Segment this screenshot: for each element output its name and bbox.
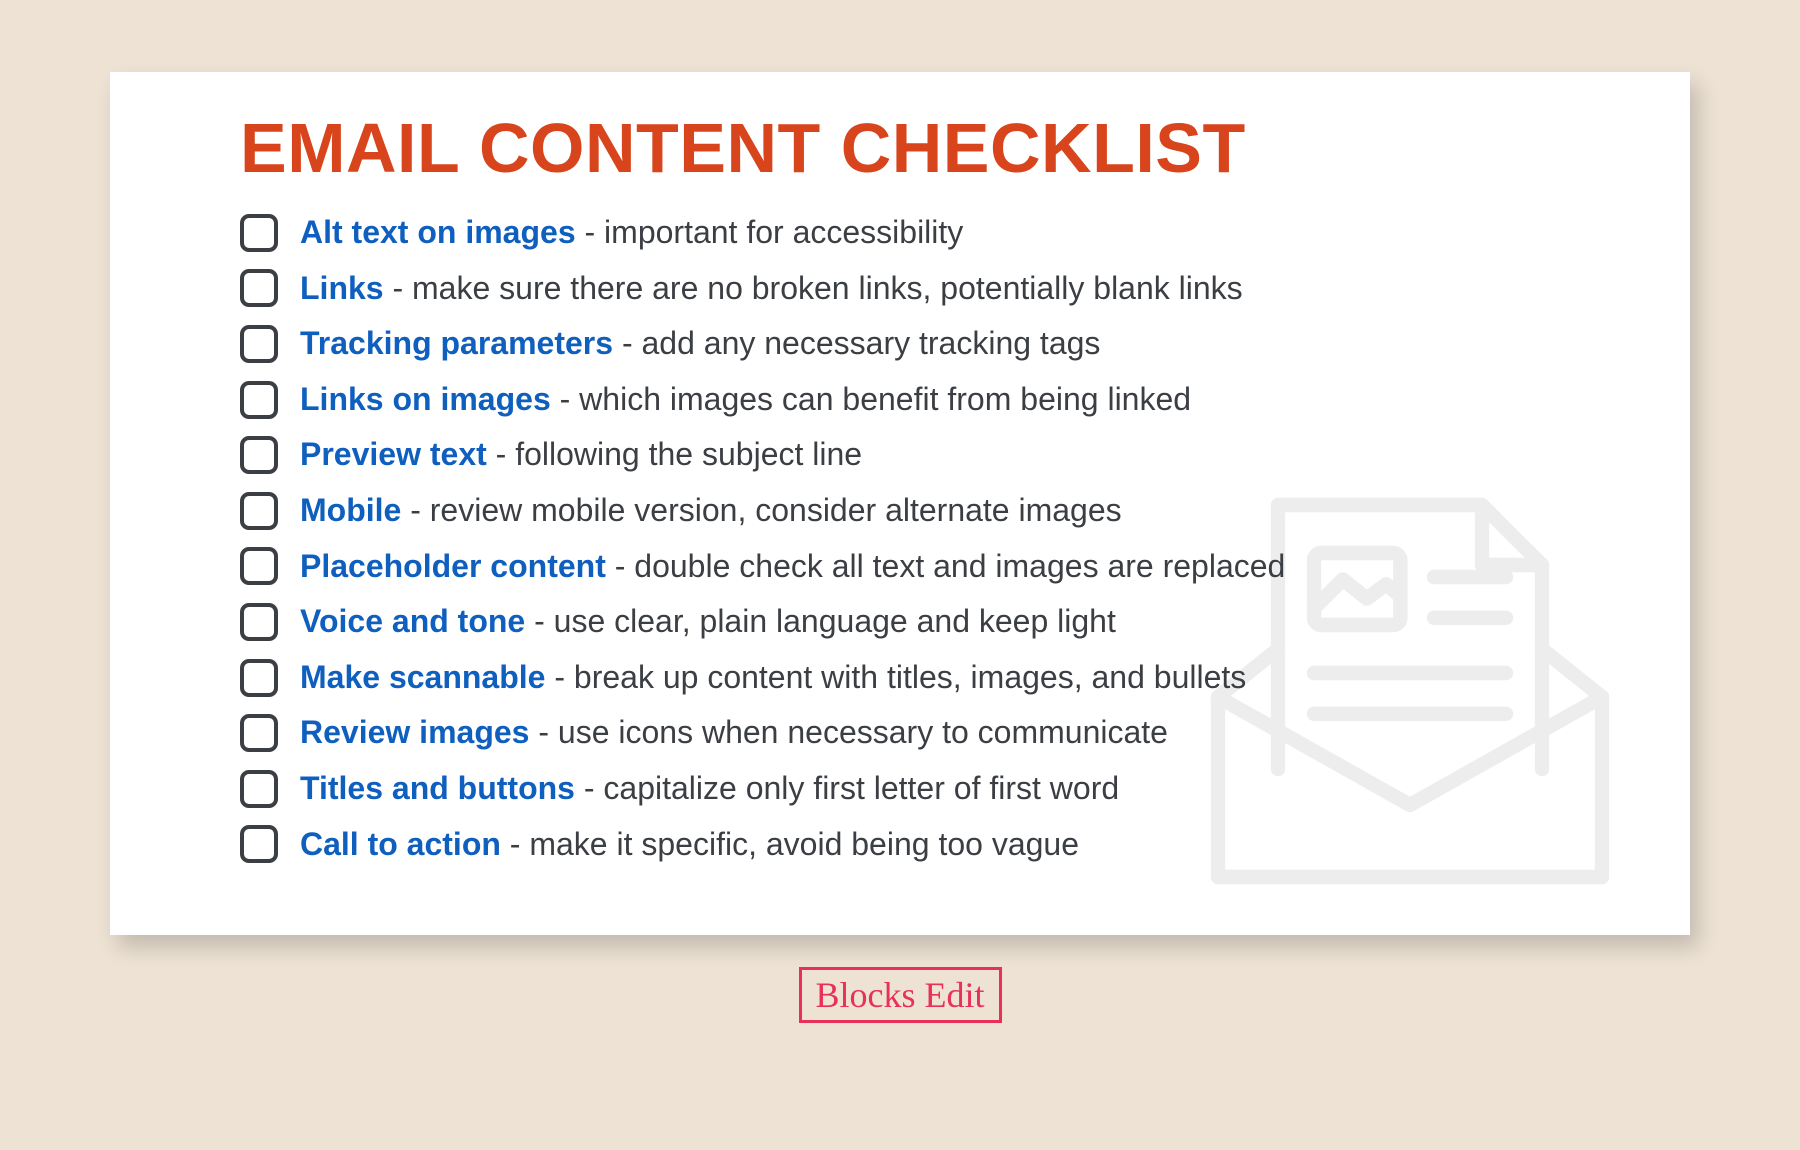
item-desc: - capitalize only first letter of first … — [575, 770, 1119, 806]
item-desc: - following the subject line — [487, 436, 862, 472]
checklist-title: EMAIL CONTENT CHECKLIST — [240, 108, 1560, 188]
checkbox[interactable] — [240, 381, 278, 419]
item-desc: - important for accessibility — [576, 214, 964, 250]
checkbox[interactable] — [240, 825, 278, 863]
item-title: Links — [300, 270, 384, 306]
item-title: Tracking parameters — [300, 325, 613, 361]
item-title: Alt text on images — [300, 214, 576, 250]
checklist-item: Links on images - which images can benef… — [240, 379, 1560, 421]
checklist-item: Call to action - make it specific, avoid… — [240, 824, 1560, 866]
checkbox[interactable] — [240, 492, 278, 530]
checkbox[interactable] — [240, 325, 278, 363]
item-desc: - use clear, plain language and keep lig… — [525, 603, 1116, 639]
checklist-item: Make scannable - break up content with t… — [240, 657, 1560, 699]
item-title: Call to action — [300, 826, 501, 862]
item-title: Mobile — [300, 492, 401, 528]
item-desc: - make it specific, avoid being too vagu… — [501, 826, 1079, 862]
brand-badge: Blocks Edit — [799, 967, 1002, 1023]
item-title: Placeholder content — [300, 548, 606, 584]
checklist-item: Review images - use icons when necessary… — [240, 712, 1560, 754]
checklist-item: Links - make sure there are no broken li… — [240, 268, 1560, 310]
item-title: Review images — [300, 714, 529, 750]
item-desc: - review mobile version, consider altern… — [401, 492, 1121, 528]
checklist-item: Mobile - review mobile version, consider… — [240, 490, 1560, 532]
item-title: Preview text — [300, 436, 487, 472]
checkbox[interactable] — [240, 436, 278, 474]
checklist-item: Preview text - following the subject lin… — [240, 434, 1560, 476]
checklist-item: Alt text on images - important for acces… — [240, 212, 1560, 254]
item-title: Voice and tone — [300, 603, 525, 639]
item-title: Links on images — [300, 381, 551, 417]
item-title: Titles and buttons — [300, 770, 575, 806]
item-desc: - add any necessary tracking tags — [613, 325, 1100, 361]
checkbox[interactable] — [240, 547, 278, 585]
item-title: Make scannable — [300, 659, 545, 695]
item-desc: - use icons when necessary to communicat… — [529, 714, 1168, 750]
item-desc: - double check all text and images are r… — [606, 548, 1286, 584]
checkbox[interactable] — [240, 659, 278, 697]
checklist-item: Placeholder content - double check all t… — [240, 546, 1560, 588]
checklist: Alt text on images - important for acces… — [240, 212, 1560, 865]
item-desc: - break up content with titles, images, … — [545, 659, 1246, 695]
checkbox[interactable] — [240, 269, 278, 307]
item-desc: - make sure there are no broken links, p… — [384, 270, 1243, 306]
checklist-item: Titles and buttons - capitalize only fir… — [240, 768, 1560, 810]
checklist-item: Voice and tone - use clear, plain langua… — [240, 601, 1560, 643]
checklist-card: EMAIL CONTENT CHECKLIST Alt text on imag… — [110, 72, 1690, 935]
checkbox[interactable] — [240, 770, 278, 808]
checkbox[interactable] — [240, 714, 278, 752]
item-desc: - which images can benefit from being li… — [551, 381, 1191, 417]
checkbox[interactable] — [240, 603, 278, 641]
checkbox[interactable] — [240, 214, 278, 252]
checklist-item: Tracking parameters - add any necessary … — [240, 323, 1560, 365]
